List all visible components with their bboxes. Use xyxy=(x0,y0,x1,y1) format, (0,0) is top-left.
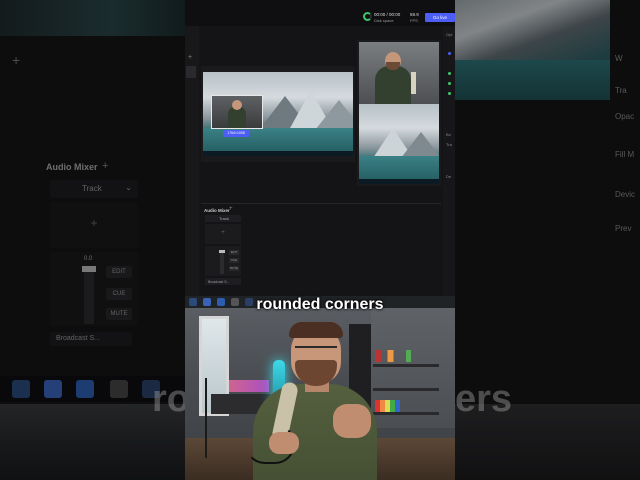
property-label: Tra xyxy=(446,142,452,147)
mountain-shape xyxy=(315,100,353,130)
status-dot xyxy=(448,92,451,95)
property-label: W xyxy=(615,54,623,63)
app-icon xyxy=(76,380,94,398)
mute-button: MUTE xyxy=(106,308,132,320)
fader-knob xyxy=(82,266,96,272)
cue-button: CUE xyxy=(106,288,132,300)
audio-mixer-title: Audio Mixer xyxy=(204,208,230,213)
mixer-slot: + xyxy=(50,202,138,248)
recording-time: 00:00 / 00:00 xyxy=(374,12,401,17)
app-icon xyxy=(44,380,62,398)
edit-button: EDIT xyxy=(106,266,132,278)
property-label: Devic xyxy=(615,190,636,199)
captured-taskbar xyxy=(203,151,353,156)
background-right-panel: Tra W Opac Fill M Devic Prev ers xyxy=(455,0,640,480)
webcam-source-overlay[interactable] xyxy=(211,95,263,129)
background-left-panel: + Audio Mixer + Track ⌄ + 0.0 EDIT CUE M… xyxy=(0,0,185,480)
broadcast-dropdown: Broadcast S... xyxy=(50,332,132,346)
property-label: Opac xyxy=(615,112,635,121)
webcam-feed xyxy=(185,308,455,480)
broadcast-dropdown[interactable]: Broadcast S... xyxy=(205,278,241,285)
add-icon: + xyxy=(12,52,21,68)
preview-scene xyxy=(359,104,439,184)
app-icon xyxy=(110,380,128,398)
go-live-button[interactable]: Go live xyxy=(425,13,455,22)
background-caption: ers xyxy=(455,378,513,420)
divider xyxy=(201,203,441,204)
status-ring-icon xyxy=(363,12,372,21)
track-dropdown: Track ⌄ xyxy=(50,180,138,198)
background-lake xyxy=(455,60,610,100)
fps-value: 59.9 xyxy=(410,12,419,17)
background-caption: ro xyxy=(152,378,185,420)
captured-taskbar xyxy=(359,179,439,184)
status-dot xyxy=(448,52,451,55)
edit-button[interactable]: EDIT xyxy=(229,250,239,255)
status-dot xyxy=(448,82,451,85)
property-label: Prev xyxy=(615,224,632,233)
app-icon xyxy=(12,380,30,398)
volume-fader[interactable] xyxy=(220,250,224,274)
right-properties-strip: Opt Bo Tra De xyxy=(443,26,455,298)
left-sidebar: + xyxy=(185,26,199,298)
background-scene-strip xyxy=(0,0,185,36)
db-value: 0.0 xyxy=(84,256,93,262)
track-dropdown[interactable]: Track xyxy=(205,215,241,222)
add-icon: + xyxy=(102,160,109,172)
scene-thumbnail[interactable] xyxy=(186,66,196,78)
video-caption: rounded corners xyxy=(256,296,384,313)
raised-hand xyxy=(333,404,371,438)
property-label: Bo xyxy=(446,132,451,137)
center-video-frame: 00:00 / 00:00 Disk space 59.9 FPS Go liv… xyxy=(185,0,455,480)
property-label: Opt xyxy=(446,32,453,37)
fader-knob[interactable] xyxy=(219,250,225,253)
cue-button[interactable]: CUE xyxy=(229,258,239,263)
source-size-badge: 1764×1008 xyxy=(223,130,249,137)
property-label: Fill M xyxy=(615,150,635,159)
streaming-app-window: 00:00 / 00:00 Disk space 59.9 FPS Go liv… xyxy=(185,0,455,298)
tripod xyxy=(205,378,207,458)
chevron-down-icon: ⌄ xyxy=(125,183,132,192)
top-bar: 00:00 / 00:00 Disk space 59.9 FPS Go liv… xyxy=(185,0,455,26)
add-icon[interactable]: + xyxy=(188,54,192,61)
track-label: Track xyxy=(82,184,102,193)
mixer-add-slot[interactable]: + xyxy=(205,224,241,244)
mountain-shape xyxy=(401,132,439,158)
mute-button[interactable]: MUTE xyxy=(229,266,239,271)
volume-fader xyxy=(84,266,94,324)
disk-space-label: Disk space xyxy=(374,18,394,23)
fps-label: FPS xyxy=(410,18,418,23)
property-label: De xyxy=(446,174,452,179)
audio-mixer-title: Audio Mixer xyxy=(46,162,98,172)
status-dot xyxy=(448,72,451,75)
add-icon[interactable]: + xyxy=(229,206,233,212)
monitor-glow xyxy=(229,380,269,392)
property-label: Tra xyxy=(615,86,627,95)
preview-webcam xyxy=(359,42,439,104)
